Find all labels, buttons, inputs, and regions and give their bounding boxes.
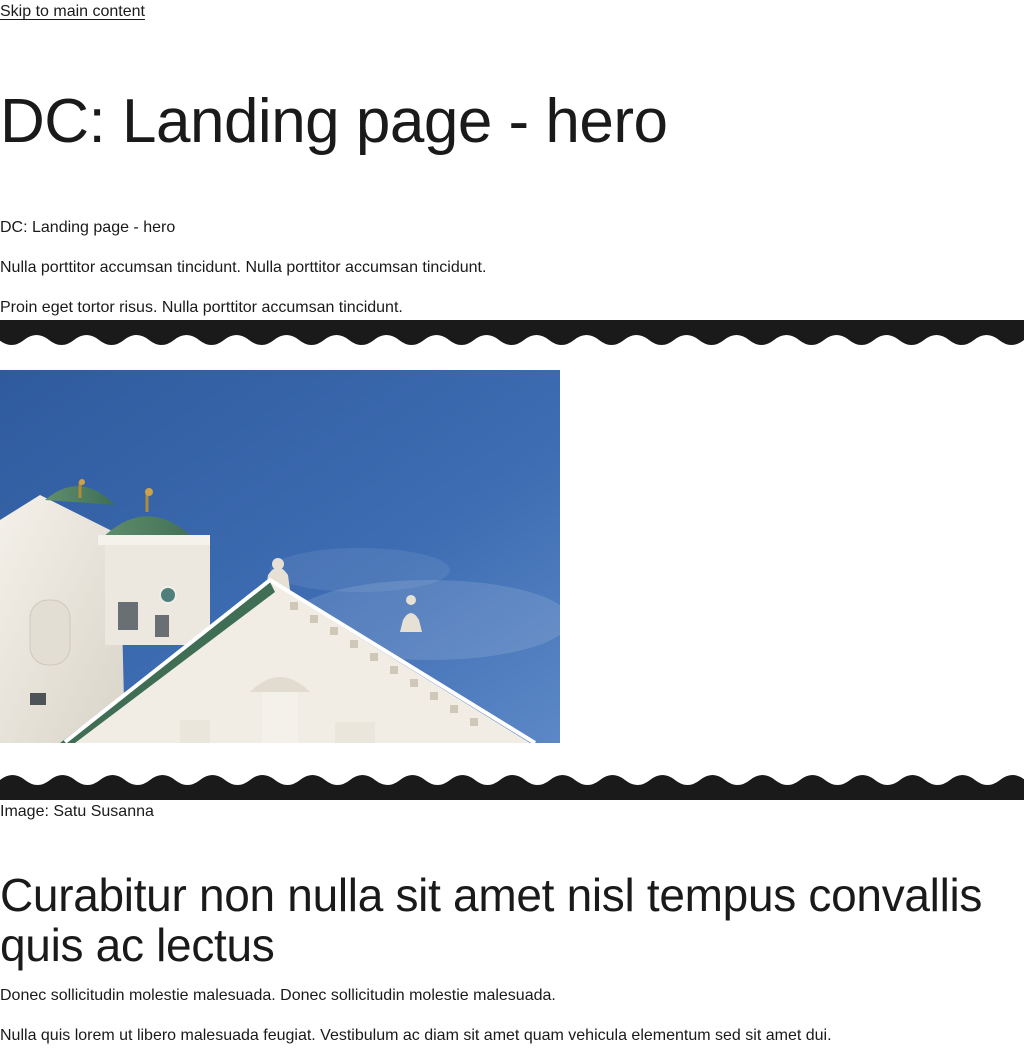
section-heading: Curabitur non nulla sit amet nisl tempus… [0,869,983,971]
wave-divider-bottom [0,775,1024,800]
skip-to-main-link[interactable]: Skip to main content [0,2,145,22]
intro-line: Proin eget tortor risus. Nulla porttitor… [0,299,403,316]
hero-image [0,370,560,743]
page-title: DC: Landing page - hero [0,87,668,156]
image-credit: Image: Satu Susanna [0,803,154,820]
wave-divider-top [0,320,1024,345]
body-paragraph: Donec sollicitudin molestie malesuada. D… [0,987,556,1004]
intro-subtitle: DC: Landing page - hero [0,219,176,236]
intro-line: Nulla porttitor accumsan tincidunt. Null… [0,259,487,276]
body-paragraph: Nulla quis lorem ut libero malesuada feu… [0,1027,832,1044]
